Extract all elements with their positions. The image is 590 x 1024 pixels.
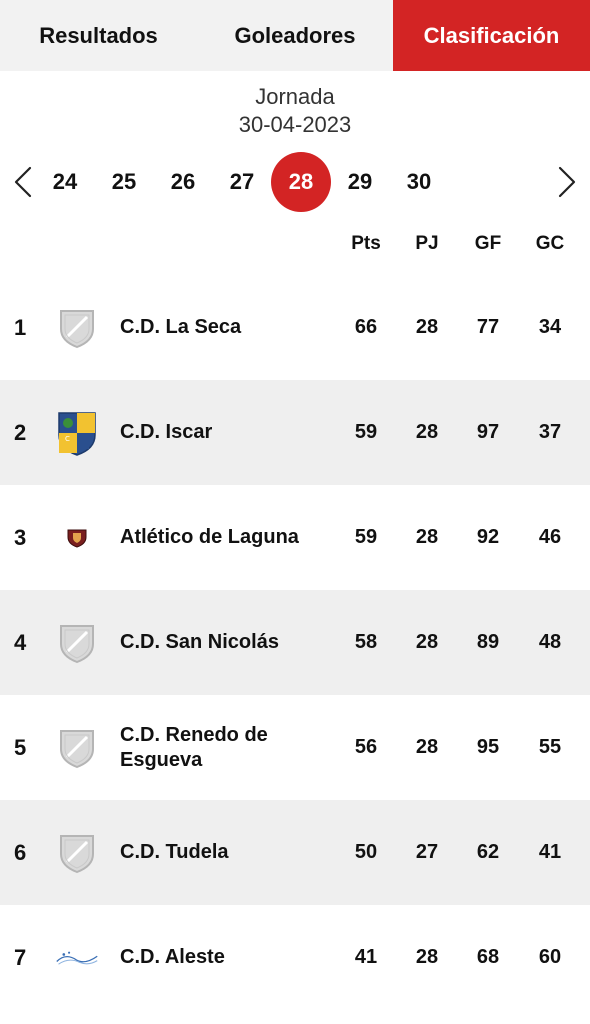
stat-pj: 28 (415, 736, 439, 758)
header-pj[interactable]: PJ (397, 233, 457, 255)
round-24[interactable]: 24 (35, 152, 95, 212)
stat-gf: 95 (476, 736, 500, 758)
stat-pj: 28 (415, 526, 439, 548)
default-shield-icon (55, 590, 99, 695)
stat-gf: 89 (476, 631, 500, 653)
stat-gc: 60 (538, 946, 562, 968)
stat-gf: 92 (476, 526, 500, 548)
stat-gc: 46 (538, 526, 562, 548)
team-name[interactable]: C.D. Iscar (120, 380, 330, 485)
default-shield-icon (55, 800, 99, 905)
row-rank: 5 (14, 734, 27, 760)
tab-bar: Resultados Goleadores Clasificación (0, 0, 590, 71)
stat-pts: 58 (354, 631, 378, 653)
standings-table: 1 C.D. La Seca 66 28 77 34 2 C C.D. Isca… (0, 275, 590, 1010)
round-28-active[interactable]: 28 (271, 152, 331, 212)
stat-gf: 68 (476, 946, 500, 968)
round-27[interactable]: 27 (212, 152, 272, 212)
stat-pj: 28 (415, 946, 439, 968)
round-selector: 24 25 26 27 28 29 30 (0, 151, 590, 213)
team-name[interactable]: Atlético de Laguna (120, 485, 330, 590)
default-shield-icon (55, 695, 99, 800)
tab-goleadores[interactable]: Goleadores (197, 0, 393, 71)
stat-gc: 55 (538, 736, 562, 758)
stat-gf: 97 (476, 421, 500, 443)
stat-gc: 34 (538, 316, 562, 338)
aleste-logo-icon (55, 905, 99, 1010)
stat-pts: 41 (354, 946, 378, 968)
jornada-header: Jornada 30-04-2023 (0, 71, 590, 139)
row-rank: 7 (14, 944, 27, 970)
header-pts[interactable]: Pts (336, 233, 396, 255)
tab-clasificacion[interactable]: Clasificación (393, 0, 590, 71)
table-row[interactable]: 3 Atlético de Laguna 59 28 92 46 (0, 485, 590, 590)
table-row[interactable]: 5 C.D. Renedo de Esgueva 56 28 95 55 (0, 695, 590, 800)
chevron-left-icon[interactable] (12, 165, 34, 199)
team-name[interactable]: C.D. San Nicolás (120, 590, 330, 695)
team-name[interactable]: C.D. La Seca (120, 275, 330, 380)
round-29[interactable]: 29 (330, 152, 390, 212)
round-30[interactable]: 30 (389, 152, 449, 212)
table-row[interactable]: 4 C.D. San Nicolás 58 28 89 48 (0, 590, 590, 695)
row-rank: 2 (14, 419, 27, 445)
stat-pj: 28 (415, 316, 439, 338)
team-name[interactable]: C.D. Tudela (120, 800, 330, 905)
stat-pj: 28 (415, 421, 439, 443)
jornada-label: Jornada (255, 84, 335, 109)
stat-gf: 77 (476, 316, 500, 338)
row-rank: 3 (14, 524, 27, 550)
iscar-crest-icon: C (55, 380, 99, 485)
chevron-right-icon[interactable] (556, 165, 578, 199)
laguna-crest-icon (55, 485, 99, 590)
row-rank: 1 (14, 314, 27, 340)
stat-pts: 59 (354, 526, 378, 548)
team-name[interactable]: C.D. Renedo de Esgueva (120, 695, 330, 800)
team-name[interactable]: C.D. Aleste (120, 905, 330, 1010)
default-shield-icon (55, 275, 99, 380)
stat-gf: 62 (476, 841, 500, 863)
stat-gc: 48 (538, 631, 562, 653)
round-25[interactable]: 25 (94, 152, 154, 212)
row-rank: 4 (14, 629, 27, 655)
stat-pj: 28 (415, 631, 439, 653)
stat-pts: 56 (354, 736, 378, 758)
svg-text:C: C (65, 435, 70, 443)
table-row[interactable]: 6 C.D. Tudela 50 27 62 41 (0, 800, 590, 905)
stat-pts: 50 (354, 841, 378, 863)
stat-gc: 41 (538, 841, 562, 863)
table-row[interactable]: 2 C C.D. Iscar 59 28 97 37 (0, 380, 590, 485)
row-rank: 6 (14, 839, 27, 865)
table-row[interactable]: 7 C.D. Aleste 41 28 68 60 (0, 905, 590, 1010)
jornada-date: 30-04-2023 (238, 112, 352, 137)
stat-gc: 37 (538, 421, 562, 443)
stat-pts: 66 (354, 316, 378, 338)
round-26[interactable]: 26 (153, 152, 213, 212)
stat-pj: 27 (415, 841, 439, 863)
stat-pts: 59 (354, 421, 378, 443)
standings-header: Pts PJ GF GC (0, 219, 590, 279)
header-gf[interactable]: GF (458, 233, 518, 255)
tab-resultados[interactable]: Resultados (0, 0, 197, 71)
table-row[interactable]: 1 C.D. La Seca 66 28 77 34 (0, 275, 590, 380)
header-gc[interactable]: GC (520, 233, 580, 255)
